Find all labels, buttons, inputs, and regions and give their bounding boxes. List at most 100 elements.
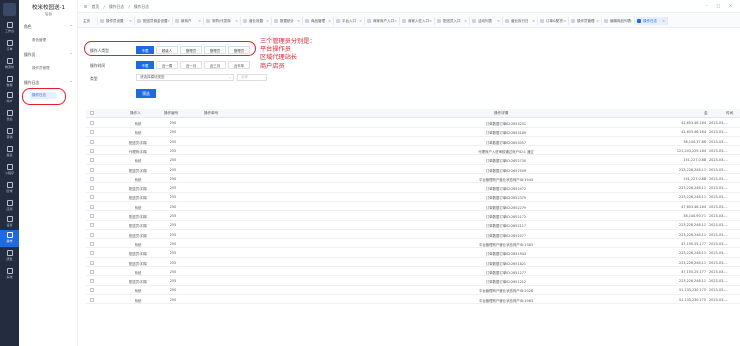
- row-checkbox[interactable]: [90, 232, 94, 237]
- sidebar-link-operator-manage[interactable]: 操作员管理: [32, 66, 50, 71]
- tab[interactable]: 商品管理 ×: [304, 17, 334, 25]
- row-checkbox[interactable]: [90, 148, 94, 153]
- table-row[interactable]: 配送员:扣除 255 订单数据订单ID:2652077 223,226,248.11 2…: [86, 231, 740, 240]
- row-checkbox[interactable]: [90, 139, 94, 144]
- tab-close-icon[interactable]: ×: [198, 17, 201, 25]
- tab[interactable]: 配送员入口 ×: [436, 17, 470, 25]
- rail-item[interactable]: 订单: [0, 38, 19, 55]
- tab[interactable]: 新商户 ×: [174, 17, 204, 25]
- tab-close-icon[interactable]: ×: [359, 17, 362, 25]
- table-row[interactable]: 配送员:扣除 255 订单数据订单ID:2653057 38,144.37.86 202…: [86, 138, 740, 147]
- time-option[interactable]: 近三月: [204, 61, 226, 69]
- row-checkbox[interactable]: [90, 269, 94, 274]
- row-checkbox[interactable]: [90, 121, 94, 125]
- search-button[interactable]: 筛选: [136, 89, 156, 98]
- rail-item[interactable]: 设置: [0, 214, 19, 231]
- table-row[interactable]: 系统 250 订单数据订单ID:2652279 47,653.46.164 2023-0…: [86, 203, 740, 212]
- tab[interactable]: 主页: [82, 17, 98, 25]
- module-name-input[interactable]: 名称: [237, 74, 267, 81]
- table-row[interactable]: 系统 250 平台管理商户营业状态商户ID:1943 151,227.0.88 2023…: [86, 175, 740, 184]
- rail-item[interactable]: 商户: [0, 90, 19, 107]
- row-checkbox[interactable]: [90, 176, 94, 181]
- row-checkbox[interactable]: [90, 158, 94, 163]
- fullscreen-icon[interactable]: □: [716, 3, 721, 8]
- tab[interactable]: 活动列表 ×: [471, 17, 503, 25]
- table-row[interactable]: 配送员:扣除 255 订单数据订单ID:2651943 223,226,248.11 2…: [86, 249, 740, 258]
- rail-item[interactable]: 物流时: [0, 56, 19, 73]
- table-row[interactable]: 系统 250 订单数据订单ID:2653251 41,653.46.164 2023-0…: [86, 119, 740, 128]
- tab-close-icon[interactable]: ×: [464, 17, 467, 25]
- rail-item[interactable]: 渠道: [0, 144, 19, 161]
- tab-close-icon[interactable]: ×: [429, 17, 432, 25]
- rail-item[interactable]: 应用: [0, 198, 19, 215]
- tab[interactable]: 商家商户入口 ×: [366, 17, 400, 25]
- tab[interactable]: 营业设置 ×: [242, 17, 272, 25]
- table-row[interactable]: 系统 250 订单数据订单ID:2652730 151,227.0.88 2023-03…: [86, 156, 740, 165]
- row-checkbox[interactable]: [90, 223, 94, 228]
- tab[interactable]: 编辑商品列表 ×: [603, 17, 635, 25]
- row-checkbox[interactable]: [90, 204, 94, 209]
- time-option[interactable]: 近半年: [228, 61, 250, 69]
- tab[interactable]: 商家入驻入口 ×: [401, 17, 435, 25]
- row-checkbox[interactable]: [90, 260, 94, 265]
- rail-item[interactable]: 营销: [0, 126, 19, 143]
- tab-close-icon[interactable]: ×: [532, 17, 535, 25]
- tab-close-icon[interactable]: ×: [328, 17, 331, 25]
- sidebar-group-operator[interactable]: 操作员 ⌃: [24, 52, 76, 58]
- tab[interactable]: 操作员设置 ×: [99, 17, 135, 25]
- breadcrumb-section[interactable]: 操作日志: [109, 4, 124, 9]
- row-checkbox[interactable]: [90, 195, 94, 200]
- row-checkbox[interactable]: [90, 186, 94, 191]
- table-row[interactable]: 配送员:扣除 255 订单数据订单ID:2651821 223,226,248.11 2…: [86, 259, 740, 268]
- tab[interactable]: 数据统计 ×: [273, 17, 303, 25]
- table-row[interactable]: 系统 250 平台管理商户营业状态商户ID:2028 51,133,230.175 20…: [86, 286, 740, 295]
- row-checkbox[interactable]: [90, 214, 94, 218]
- row-checkbox[interactable]: [90, 241, 94, 246]
- tab-close-icon[interactable]: ×: [662, 17, 665, 25]
- row-checkbox[interactable]: [90, 167, 94, 172]
- select-all-checkbox[interactable]: [90, 111, 94, 115]
- table-row[interactable]: 配送员:扣除 255 订单数据订单ID:2651212 223,226,248.11 2…: [86, 277, 740, 286]
- close-icon[interactable]: ×: [728, 3, 733, 8]
- row-checkbox[interactable]: [90, 279, 94, 284]
- minimize-icon[interactable]: –: [704, 3, 709, 8]
- tab-close-icon[interactable]: ×: [235, 17, 238, 25]
- sidebar-link-role-manage[interactable]: 角色管理: [32, 38, 46, 43]
- tab-close-icon[interactable]: ×: [497, 17, 500, 25]
- tab[interactable]: 平台入口 ×: [335, 17, 365, 25]
- row-checkbox[interactable]: [90, 130, 94, 135]
- rail-item[interactable]: 数据: [0, 74, 19, 91]
- rail-item[interactable]: 操作: [0, 230, 19, 247]
- time-option[interactable]: 近一周: [156, 61, 178, 69]
- table-row[interactable]: 配送员:扣除 255 订单数据订单ID:2652117 223,226,248.11 2…: [86, 221, 740, 230]
- tab-close-icon[interactable]: ×: [629, 17, 632, 25]
- rail-item[interactable]: 研发: [0, 248, 19, 265]
- table-row[interactable]: 配送员:扣除 255 订单数据订单ID:2652379 223,226,248.11 2…: [86, 193, 740, 202]
- time-option[interactable]: 不限: [136, 61, 154, 69]
- tab[interactable]: 操作日志 ×: [636, 17, 668, 25]
- menu-toggle-icon[interactable]: ☰: [84, 4, 87, 9]
- tab-close-icon[interactable]: ×: [297, 17, 300, 25]
- table-row[interactable]: 配送员:扣除 255 订单数据订单ID:2652472 223,226,248.11 2…: [86, 184, 740, 193]
- row-checkbox[interactable]: [90, 297, 94, 302]
- table-row[interactable]: 配送员:扣除 255 订单数据订单ID:2652509 223,226,248.11 2…: [86, 166, 740, 175]
- tab[interactable]: 配送员佣金设置 ×: [136, 17, 173, 25]
- table-row[interactable]: 系统 250 订单数据订单ID:2651277 47,155.25.177 2023-0…: [86, 268, 740, 277]
- module-type-select[interactable]: 请选择模块类型 ⌄: [136, 74, 234, 81]
- tab[interactable]: 操作员管理 ×: [570, 17, 602, 25]
- tab-close-icon[interactable]: ×: [129, 17, 132, 25]
- table-row[interactable]: 代理商:扣除 255 代理商户入驻审核通过商户ID:1 通过 121,243,229.…: [86, 147, 740, 156]
- rail-item[interactable]: 工作台: [0, 20, 19, 37]
- tab-close-icon[interactable]: ×: [596, 17, 599, 25]
- row-checkbox[interactable]: [90, 251, 94, 256]
- tab[interactable]: 订单&配货 ×: [539, 17, 569, 25]
- rail-item[interactable]: 售后: [0, 108, 19, 125]
- rail-item[interactable]: 小程序: [0, 162, 19, 179]
- rail-item[interactable]: 区域: [0, 180, 19, 197]
- tab-close-icon[interactable]: ×: [394, 17, 397, 25]
- time-option[interactable]: 近一月: [180, 61, 202, 69]
- tab[interactable]: 采购/代发商 ×: [205, 17, 241, 25]
- sidebar-group-oplog[interactable]: 操作日志 ⌃: [24, 80, 76, 86]
- sidebar-group-role[interactable]: 角色 ⌃: [24, 24, 76, 30]
- table-row[interactable]: 系统 250 订单数据订单ID:2653189 41,653.46.164 2023-0…: [86, 128, 740, 137]
